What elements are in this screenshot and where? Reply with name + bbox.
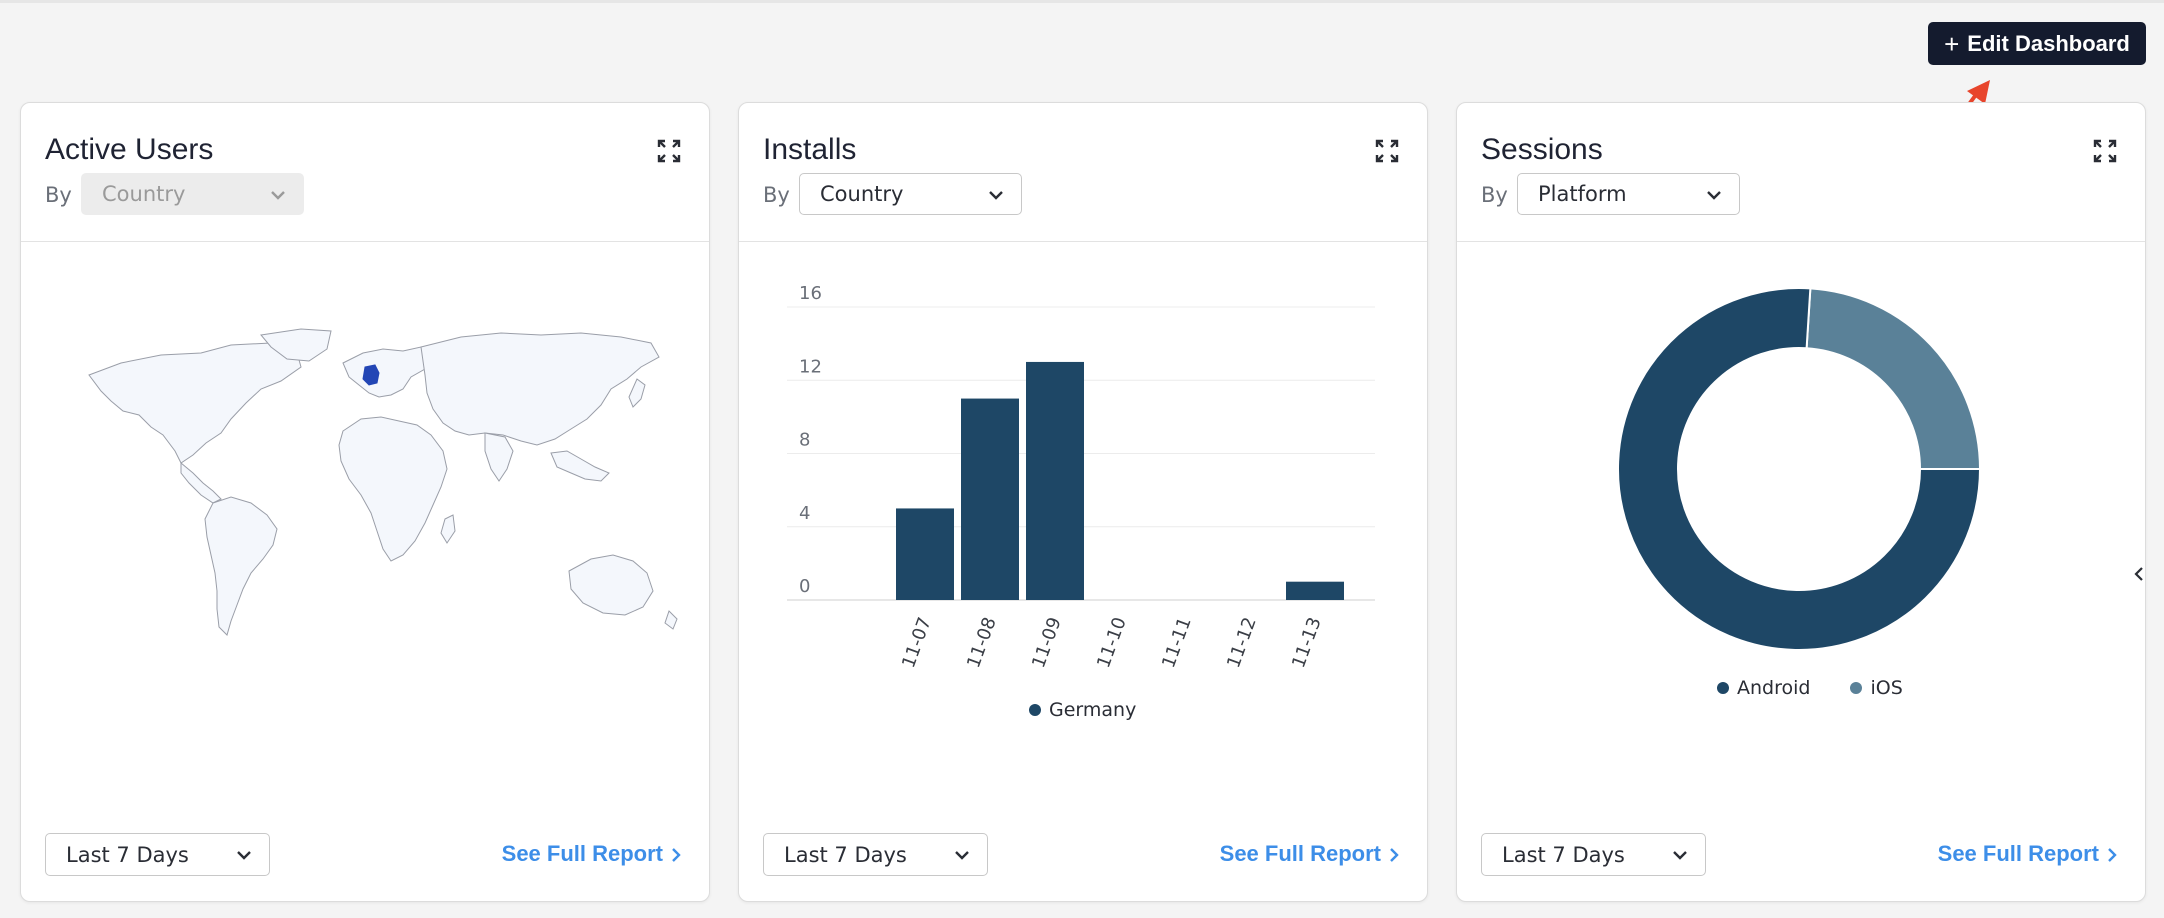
map-new-zealand: [664, 610, 678, 630]
see-full-report-link[interactable]: See Full Report: [502, 841, 663, 867]
map-australia: [568, 554, 654, 616]
x-tick-label: 11-09: [1028, 615, 1066, 671]
date-range-select[interactable]: Last 7 Days: [1481, 833, 1706, 876]
expand-icon[interactable]: [2093, 139, 2117, 163]
map-germany-highlight: [362, 364, 380, 386]
legend-label-ios: iOS: [1870, 677, 1903, 699]
map-south-america: [204, 496, 278, 636]
legend-label: Germany: [1049, 699, 1137, 721]
x-tick-label: 11-12: [1223, 615, 1261, 671]
installs-bar-chart: 0 4 8 12 16 11-07 11-08 11-09 11-10 11-11 11-12 11-…: [787, 283, 1375, 671]
y-tick-label: 0: [799, 576, 810, 597]
map-japan: [628, 378, 646, 408]
card-title: Installs: [763, 133, 857, 166]
chart-legend: Android iOS: [1717, 677, 1903, 699]
y-tick-label: 4: [799, 503, 810, 524]
chevron-right-icon: [672, 848, 681, 862]
expand-icon[interactable]: [1375, 139, 1399, 163]
y-tick-label: 16: [799, 283, 822, 304]
world-map: [88, 328, 678, 636]
bar[interactable]: [1286, 581, 1344, 600]
card-title: Active Users: [45, 133, 214, 166]
bar[interactable]: [1026, 361, 1084, 600]
expand-icon[interactable]: [657, 139, 681, 163]
date-range-value: Last 7 Days: [66, 842, 189, 867]
legend-dot-android: [1717, 682, 1729, 694]
bar[interactable]: [961, 398, 1019, 600]
dimension-select[interactable]: Country: [799, 173, 1022, 215]
see-full-report-link[interactable]: See Full Report: [1220, 841, 1381, 867]
chevron-down-icon: [989, 191, 1003, 200]
legend-dot-ios: [1850, 682, 1863, 694]
x-tick-label: 11-13: [1288, 615, 1326, 671]
see-full-report-link[interactable]: See Full Report: [1938, 841, 2099, 867]
map-southeast-asia: [550, 450, 610, 482]
chevron-right-icon: [1390, 848, 1399, 862]
x-tick-label: 11-11: [1158, 615, 1196, 671]
chevron-right-icon: [2108, 848, 2117, 862]
x-tick-label: 11-10: [1093, 615, 1131, 671]
date-range-value: Last 7 Days: [784, 842, 907, 867]
chevron-down-icon: [1707, 191, 1721, 200]
by-label: By: [1481, 183, 1508, 207]
y-tick-label: 12: [799, 356, 822, 377]
donut-slice-ios[interactable]: [1805, 287, 1982, 470]
map-asia: [420, 332, 660, 446]
dimension-value: Country: [820, 182, 904, 206]
chevron-down-icon: [1673, 851, 1687, 860]
by-label: By: [45, 183, 72, 207]
y-tick-label: 8: [799, 430, 810, 451]
chevron-down-icon: [271, 191, 285, 200]
card-divider: [1457, 241, 2145, 242]
bar[interactable]: [896, 508, 954, 600]
top-border: [0, 0, 2164, 3]
date-range-select[interactable]: Last 7 Days: [763, 833, 988, 876]
map-india: [484, 432, 514, 482]
installs-card: Installs By Country 0 4 8 12 16 11-07 11-08 11-…: [738, 102, 1428, 902]
chevron-left-icon[interactable]: [2132, 564, 2146, 584]
date-range-value: Last 7 Days: [1502, 842, 1625, 867]
map-madagascar: [440, 514, 456, 544]
by-label: By: [763, 183, 790, 207]
legend-dot: [1029, 704, 1041, 716]
dimension-select[interactable]: Country: [81, 173, 304, 215]
edit-dashboard-label: Edit Dashboard: [1967, 30, 2130, 56]
date-range-select[interactable]: Last 7 Days: [45, 833, 270, 876]
map-north-america: [88, 342, 302, 464]
dimension-value: Country: [102, 182, 186, 206]
dimension-value: Platform: [1538, 182, 1627, 206]
plus-icon: +: [1944, 28, 1960, 59]
x-tick-label: 11-08: [963, 615, 1001, 671]
chart-legend: Germany: [1029, 699, 1136, 721]
sessions-donut-chart: [1617, 287, 1982, 651]
chevron-down-icon: [237, 851, 251, 860]
card-divider: [739, 241, 1427, 242]
active-users-card: Active Users By Country Last 7 Days See …: [20, 102, 710, 902]
map-central-america: [180, 461, 222, 504]
x-tick-label: 11-07: [898, 615, 936, 671]
card-title: Sessions: [1481, 133, 1603, 166]
dimension-select[interactable]: Platform: [1517, 173, 1740, 215]
legend-label-android: Android: [1737, 677, 1811, 699]
map-africa: [338, 416, 448, 562]
card-divider: [21, 241, 709, 242]
chevron-down-icon: [955, 851, 969, 860]
edit-dashboard-button[interactable]: + Edit Dashboard: [1928, 22, 2146, 65]
sessions-card: Sessions By Platform Android iOS Last 7 …: [1456, 102, 2146, 902]
map-europe: [342, 346, 434, 398]
